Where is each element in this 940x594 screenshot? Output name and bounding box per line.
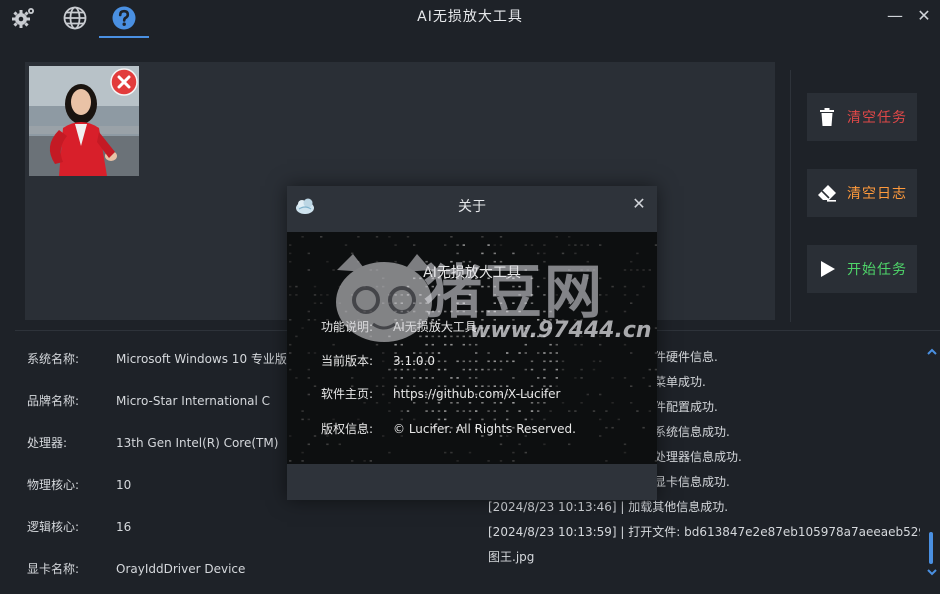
clear-log-label: 清空日志 bbox=[847, 186, 907, 202]
info-value: Micro-Star International C bbox=[116, 394, 271, 408]
start-task-button[interactable]: 开始任务 bbox=[807, 245, 917, 293]
info-row-os: 系统名称: Microsoft Windows 10 专业版 bbox=[27, 349, 287, 369]
chevron-down-icon bbox=[927, 569, 937, 576]
about-label: 软件主页: bbox=[321, 387, 374, 401]
settings-button[interactable] bbox=[8, 4, 38, 32]
info-value: 13th Gen Intel(R) Core(TM) bbox=[116, 436, 279, 450]
info-row-physical-cores: 物理核心: 10 bbox=[27, 475, 131, 495]
active-tab-indicator bbox=[99, 36, 149, 38]
log-line: [2024/8/23 10:13:59] | 打开文件: bd613847e2e… bbox=[488, 525, 920, 539]
info-value: 10 bbox=[116, 478, 132, 492]
trash-icon bbox=[820, 108, 834, 126]
log-line: 图王.jpg bbox=[488, 550, 535, 564]
globe-icon bbox=[63, 6, 87, 30]
homepage-link[interactable]: https://github.com/X-Lucifer bbox=[393, 387, 561, 401]
dialog-title: 关于 bbox=[458, 199, 486, 215]
info-label: 品牌名称: bbox=[27, 394, 80, 408]
eraser-icon bbox=[818, 185, 836, 202]
info-label: 显卡名称: bbox=[27, 562, 80, 576]
clear-tasks-button[interactable]: 清空任务 bbox=[807, 93, 917, 141]
scroll-up-button[interactable] bbox=[926, 346, 938, 358]
play-icon bbox=[821, 261, 835, 277]
about-row-copyright: 版权信息: © Lucifer. All Rights Reserved. bbox=[321, 420, 576, 437]
watermark-text: 猪豆网 bbox=[424, 258, 605, 326]
cloud-icon bbox=[296, 198, 314, 214]
info-row-brand: 品牌名称: Micro-Star International C bbox=[27, 391, 270, 411]
info-row-cpu: 处理器: 13th Gen Intel(R) Core(TM) bbox=[27, 433, 278, 453]
info-row-gpu: 显卡名称: OrayIddDriver Device bbox=[27, 559, 245, 579]
info-row-logical-cores: 逻辑核心: 16 bbox=[27, 517, 131, 537]
info-label: 系统名称: bbox=[27, 352, 80, 366]
close-circle-icon bbox=[110, 68, 138, 96]
remove-task-button[interactable] bbox=[110, 68, 138, 96]
info-value: 16 bbox=[116, 520, 132, 534]
close-button[interactable]: ✕ bbox=[912, 4, 936, 28]
help-icon bbox=[112, 6, 136, 30]
watermark-url: www.97444.cn bbox=[470, 318, 652, 343]
language-button[interactable] bbox=[60, 4, 90, 32]
divider bbox=[790, 70, 791, 322]
about-row-version: 当前版本: 3.1.0.0 bbox=[321, 352, 435, 369]
info-value: Microsoft Windows 10 专业版 bbox=[116, 352, 287, 366]
dialog-close-button[interactable]: ✕ bbox=[629, 194, 649, 214]
app-title: AI无损放大工具 bbox=[417, 9, 523, 25]
minimize-button[interactable]: — bbox=[883, 4, 907, 28]
about-row-homepage: 软件主页: https://github.com/X-Lucifer bbox=[321, 385, 561, 402]
info-value: OrayIddDriver Device bbox=[116, 562, 246, 576]
info-label: 物理核心: bbox=[27, 478, 80, 492]
log-scrollbar-thumb[interactable] bbox=[929, 532, 933, 564]
dialog-header: 关于 ✕ bbox=[287, 186, 657, 232]
about-value: 3.1.0.0 bbox=[393, 354, 435, 368]
start-task-label: 开始任务 bbox=[847, 262, 907, 278]
gear-icon bbox=[12, 8, 34, 28]
app-logo bbox=[294, 195, 316, 217]
chevron-up-icon bbox=[927, 348, 937, 355]
about-label: 当前版本: bbox=[321, 354, 374, 368]
about-label: 版权信息: bbox=[321, 422, 374, 436]
clear-log-button[interactable]: 清空日志 bbox=[807, 169, 917, 217]
scroll-down-button[interactable] bbox=[926, 566, 938, 578]
info-label: 处理器: bbox=[27, 436, 68, 450]
about-value: © Lucifer. All Rights Reserved. bbox=[393, 422, 576, 436]
clear-tasks-label: 清空任务 bbox=[847, 110, 907, 126]
help-button[interactable] bbox=[109, 4, 139, 32]
info-label: 逻辑核心: bbox=[27, 520, 80, 534]
